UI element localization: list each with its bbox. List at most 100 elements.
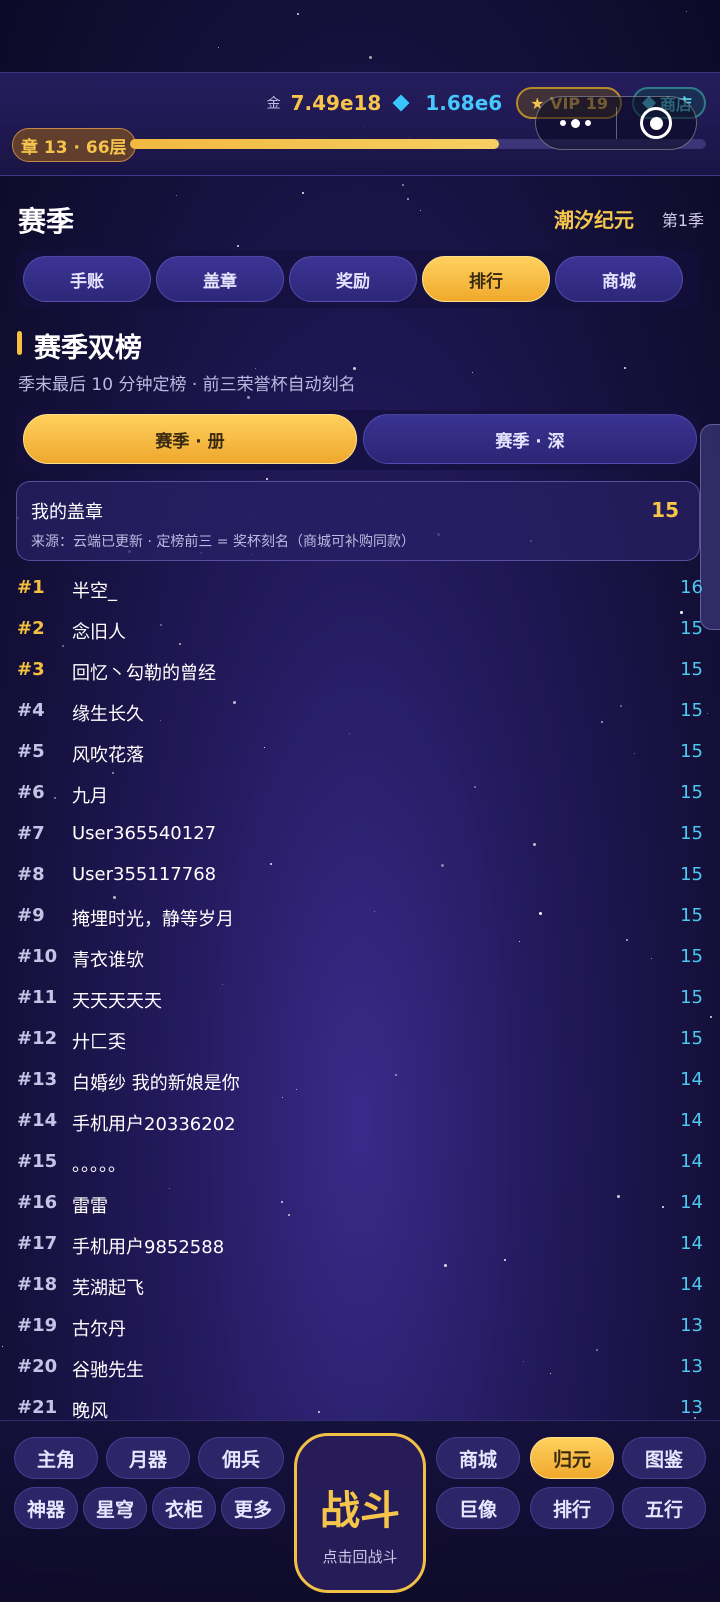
nav-colossus[interactable]: 巨像 (436, 1487, 520, 1529)
ranking-row[interactable]: #19 古尔丹 13 (0, 1307, 720, 1348)
bottom-nav: 主角 月器 佣兵 神器 星穹 衣柜 更多 战斗 点击回战斗 商城 归元 图鉴 巨… (0, 1420, 720, 1602)
player-score: 13 (680, 1356, 703, 1377)
star-decoration (420, 210, 421, 211)
nav-divine-artifact[interactable]: 神器 (14, 1487, 78, 1529)
nav-hero[interactable]: 主角 (14, 1437, 98, 1479)
player-name: 缘生长久 (72, 704, 144, 725)
ranking-row[interactable]: #5 风吹花落 15 (0, 733, 720, 774)
ranking-list[interactable]: #1 半空_ 16 #2 念旧人 15 #3 回忆丶勾勒的曾经 15 #4 缘生长久 15 #5 风吹花落… (0, 569, 720, 1420)
tab-stamp[interactable]: 盖章 (156, 256, 284, 302)
nav-guiyuan[interactable]: 归元 (530, 1437, 614, 1479)
player-name: 掩埋时光，静等岁月 (72, 909, 234, 930)
star-decoration (472, 372, 473, 373)
player-name: 回忆丶勾勒的曾经 (72, 663, 216, 684)
ranking-row[interactable]: #9 掩埋时光，静等岁月 15 (0, 897, 720, 938)
rank-number: #13 (17, 1069, 58, 1090)
board-sub-tabs: 赛季 · 册 赛季 · 深 (16, 410, 700, 470)
ranking-row[interactable]: #3 回忆丶勾勒的曾经 15 (0, 651, 720, 692)
player-score: 14 (680, 1151, 703, 1172)
ranking-row[interactable]: #8 User355117768 15 (0, 856, 720, 897)
ranking-row[interactable]: #16 雷雷 14 (0, 1184, 720, 1225)
nav-five-elements[interactable]: 五行 (622, 1487, 706, 1529)
nav-codex[interactable]: 图鉴 (622, 1437, 706, 1479)
nav-mercenary[interactable]: 佣兵 (198, 1437, 284, 1479)
player-name: 风吹花落 (72, 745, 144, 766)
ranking-row[interactable]: #20 谷驰先生 13 (0, 1348, 720, 1389)
tab-rewards[interactable]: 奖励 (289, 256, 417, 302)
player-name: 九月 (72, 786, 108, 807)
star-decoration (218, 47, 219, 48)
rank-number: #10 (17, 946, 58, 967)
nav-moon-artifact[interactable]: 月器 (106, 1437, 190, 1479)
star-decoration (297, 13, 299, 15)
my-stamp-label: 我的盖章 (31, 502, 103, 523)
player-score: 15 (680, 905, 703, 926)
player-score: 15 (680, 618, 703, 639)
player-score: 14 (680, 1110, 703, 1131)
rank-number: #14 (17, 1110, 58, 1131)
ranking-row[interactable]: #14 手机用户20336202 14 (0, 1102, 720, 1143)
player-name: 晚风 (72, 1401, 108, 1420)
target-close-icon (640, 107, 673, 139)
player-name: 手机用户9852588 (72, 1237, 225, 1258)
gem-icon (392, 94, 410, 112)
ranking-row[interactable]: #18 芜湖起飞 14 (0, 1266, 720, 1307)
gold-value: 7.49e18 (290, 91, 382, 115)
subtab-season-deep[interactable]: 赛季 · 深 (363, 414, 697, 464)
star-decoration (369, 56, 372, 59)
player-name: User365540127 (72, 823, 217, 844)
player-name: 廾匚奀 (72, 1032, 126, 1053)
tab-handbook[interactable]: 手账 (23, 256, 151, 302)
ranking-row[interactable]: #7 User365540127 15 (0, 815, 720, 856)
player-score: 14 (680, 1274, 703, 1295)
player-score: 14 (680, 1233, 703, 1254)
ranking-row[interactable]: #13 白婚纱 我的新娘是你 14 (0, 1061, 720, 1102)
rank-number: #4 (17, 700, 45, 721)
nav-starsky[interactable]: 星穹 (83, 1487, 147, 1529)
tab-mall[interactable]: 商城 (555, 256, 683, 302)
nav-ranking[interactable]: 排行 (530, 1487, 614, 1529)
rank-number: #20 (17, 1356, 58, 1377)
player-name: 念旧人 (72, 622, 126, 643)
ranking-row[interactable]: #15 。。。。。 14 (0, 1143, 720, 1184)
rank-number: #6 (17, 782, 45, 803)
chapter-badge: 章 13 · 66层 (12, 128, 136, 162)
ranking-row[interactable]: #1 半空_ 16 (0, 569, 720, 610)
nav-wardrobe[interactable]: 衣柜 (152, 1487, 216, 1529)
star-decoration (255, 368, 256, 369)
board-title: 赛季双榜 (34, 333, 142, 364)
player-score: 13 (680, 1315, 703, 1336)
ranking-row[interactable]: #12 廾匚奀 15 (0, 1020, 720, 1061)
subtab-season-book[interactable]: 赛季 · 册 (23, 414, 357, 464)
nav-more[interactable]: 更多 (221, 1487, 285, 1529)
ranking-row[interactable]: #10 青衣谁欤 15 (0, 938, 720, 979)
ranking-row[interactable]: #21 晚风 13 (0, 1389, 720, 1420)
rank-number: #12 (17, 1028, 58, 1049)
season-number: 第1季 (661, 211, 704, 230)
ranking-row[interactable]: #17 手机用户9852588 14 (0, 1225, 720, 1266)
ranking-row[interactable]: #2 念旧人 15 (0, 610, 720, 651)
star-decoration (266, 478, 268, 480)
player-score: 15 (680, 782, 703, 803)
fight-sublabel: 点击回战斗 (322, 1548, 398, 1566)
ranking-row[interactable]: #6 九月 15 (0, 774, 720, 815)
player-score: 15 (680, 700, 703, 721)
rank-number: #7 (17, 823, 45, 844)
fight-label: 战斗 (320, 1488, 400, 1534)
ranking-row[interactable]: #11 天天天天天 15 (0, 979, 720, 1020)
close-miniprogram-button[interactable] (617, 97, 697, 149)
more-menu-button[interactable] (536, 97, 616, 149)
player-score: 14 (680, 1069, 703, 1090)
gold-label: 金 (266, 96, 281, 112)
fight-button[interactable]: 战斗 点击回战斗 (294, 1433, 426, 1593)
nav-mall[interactable]: 商城 (436, 1437, 520, 1479)
player-score: 16 (680, 577, 703, 598)
player-name: 谷驰先生 (72, 1360, 144, 1381)
ranking-row[interactable]: #4 缘生长久 15 (0, 692, 720, 733)
miniprogram-capsule (535, 96, 697, 150)
rank-number: #1 (17, 577, 45, 598)
player-name: 手机用户20336202 (72, 1114, 236, 1135)
tab-ranking[interactable]: 排行 (422, 256, 550, 302)
rank-number: #8 (17, 864, 45, 885)
player-name: 。。。。。 (72, 1155, 126, 1176)
